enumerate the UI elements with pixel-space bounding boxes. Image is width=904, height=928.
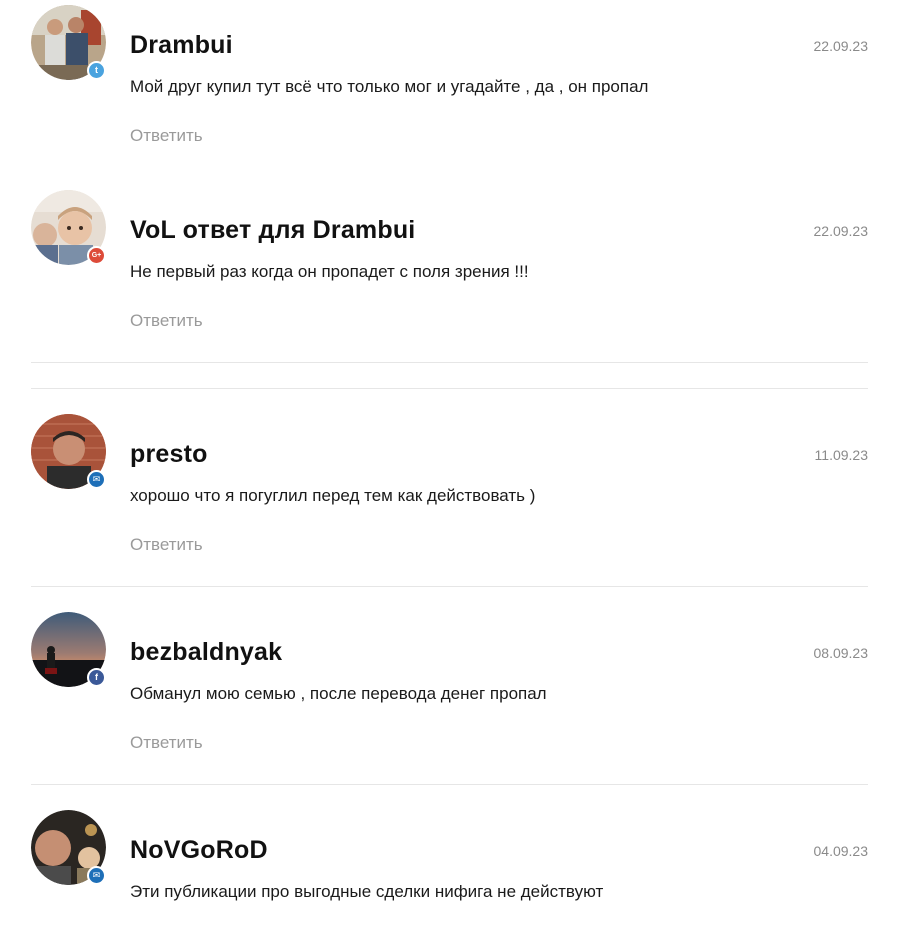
reply-button[interactable]: Ответить [130, 311, 203, 331]
divider [31, 586, 868, 587]
mail-icon: ✉ [87, 866, 106, 885]
comment-author: NoVGoRoD [130, 836, 268, 864]
reply-button[interactable]: Ответить [130, 535, 203, 555]
comment-date: 08.09.23 [813, 645, 869, 661]
comment-author: presto [130, 440, 208, 468]
twitter-icon: t [87, 61, 106, 80]
avatar[interactable]: ✉ [31, 414, 106, 489]
divider [31, 362, 868, 363]
comment-author: bezbaldnyak [130, 638, 283, 666]
google-plus-icon: G+ [87, 246, 106, 265]
comment-date: 11.09.23 [814, 447, 868, 463]
comment-date: 22.09.23 [813, 38, 869, 54]
avatar[interactable]: f [31, 612, 106, 687]
comment-author: VoL ответ для Drambui [130, 216, 416, 244]
comments-page: t Drambui 22.09.23 Мой друг купил тут вс… [0, 0, 904, 928]
comment-text: Эти публикации про выгодные сделки нифиг… [130, 882, 604, 901]
avatar[interactable]: t [31, 5, 106, 80]
mail-icon: ✉ [87, 470, 106, 489]
comment-date: 22.09.23 [813, 223, 869, 239]
divider [31, 388, 868, 389]
reply-button[interactable]: Ответить [130, 733, 203, 753]
facebook-icon: f [87, 668, 106, 687]
comment-text: Мой друг купил тут всё что только мог и … [130, 77, 649, 96]
comment-text: Не первый раз когда он пропадет с поля з… [130, 262, 529, 281]
avatar[interactable]: ✉ [31, 810, 106, 885]
comment-text: хорошо что я погуглил перед тем как дейс… [130, 486, 536, 505]
comment-text: Обманул мою семью , после перевода денег… [130, 684, 547, 703]
reply-button[interactable]: Ответить [130, 126, 203, 146]
comment-date: 04.09.23 [813, 843, 869, 859]
divider [31, 784, 868, 785]
avatar[interactable]: G+ [31, 190, 106, 265]
comment-author: Drambui [130, 31, 233, 59]
